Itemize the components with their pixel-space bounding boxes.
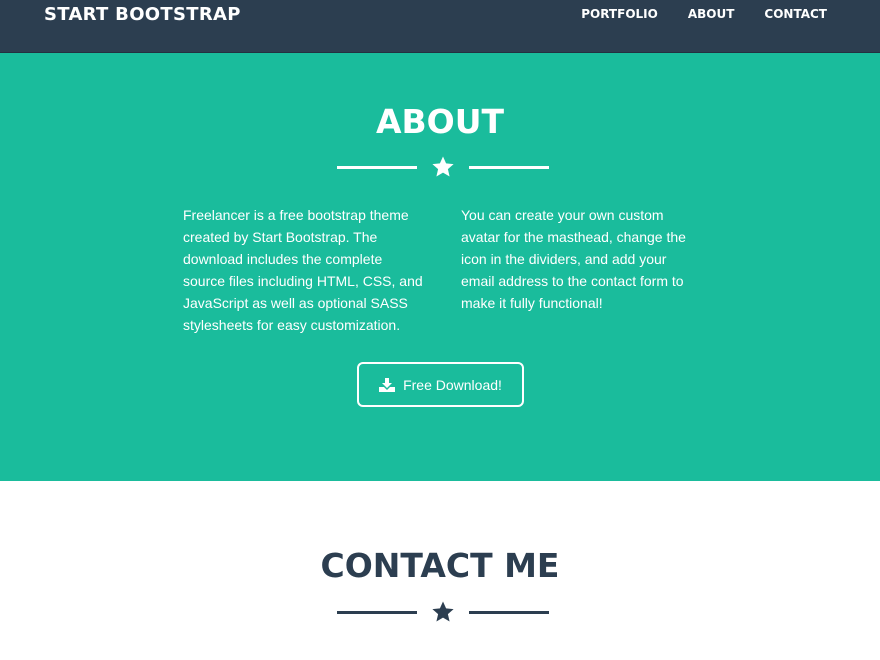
about-text-left: Freelancer is a free bootstrap theme cre… (183, 207, 423, 333)
download-icon (379, 377, 396, 392)
divider-line-left (337, 166, 417, 169)
divider-line-right (469, 166, 549, 169)
free-download-button[interactable]: Free Download! (357, 362, 524, 407)
nav-link-contact[interactable]: CONTACT (764, 7, 827, 21)
about-section: ABOUT Freelancer is a free bootstrap the… (0, 53, 880, 481)
brand-link[interactable]: START BOOTSTRAP (44, 4, 241, 25)
star-icon (432, 601, 454, 622)
about-title: ABOUT (375, 102, 505, 141)
contact-divider (337, 600, 550, 624)
nav-link-about[interactable]: ABOUT (688, 7, 735, 21)
about-divider (337, 155, 550, 179)
about-text-right: You can create your own custom avatar fo… (461, 207, 686, 311)
nav-links: PORTFOLIO ABOUT CONTACT (581, 7, 827, 21)
divider-line-right (469, 611, 549, 614)
divider-line-left (337, 611, 417, 614)
free-download-label: Free Download! (403, 376, 502, 393)
star-icon (432, 156, 454, 177)
navbar: START BOOTSTRAP PORTFOLIO ABOUT CONTACT (0, 0, 880, 53)
nav-link-portfolio[interactable]: PORTFOLIO (581, 7, 658, 21)
contact-title: CONTACT ME (320, 546, 560, 585)
